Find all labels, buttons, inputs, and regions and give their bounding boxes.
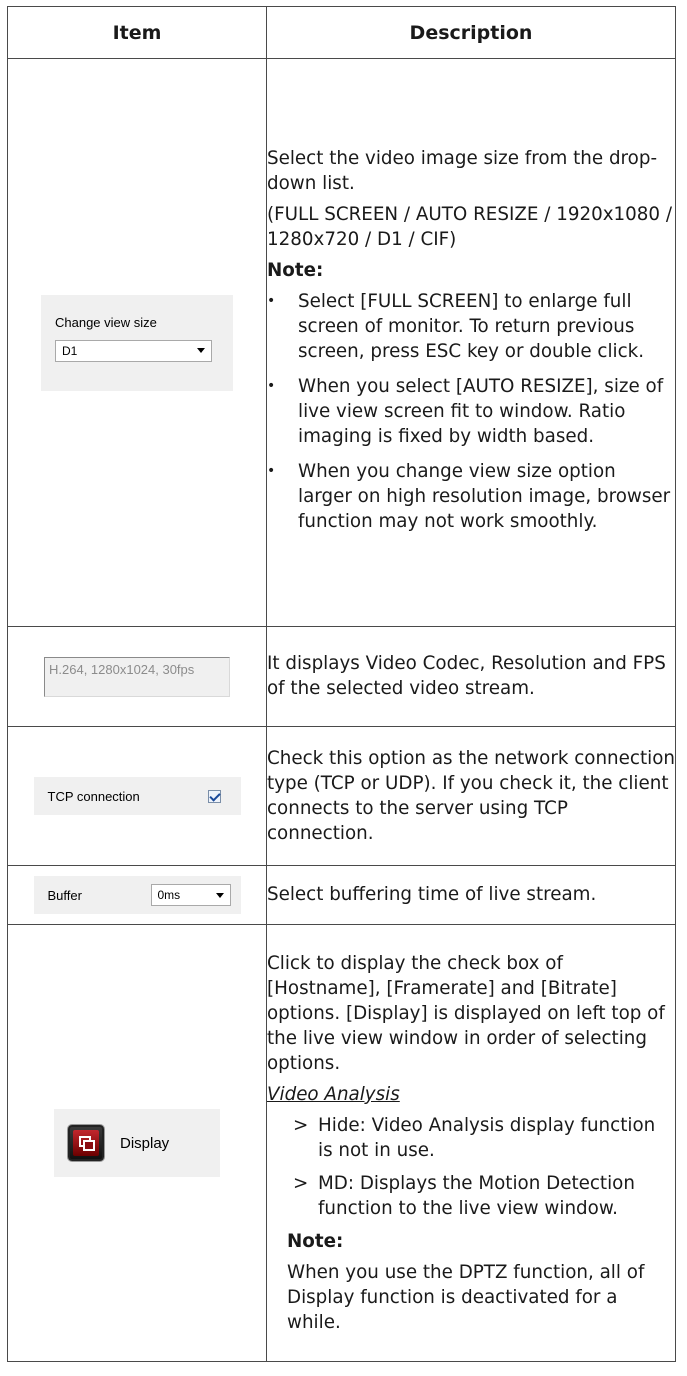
video-analysis-list: > Hide: Video Analysis display function i… <box>267 1113 675 1221</box>
list-item: • When you select [AUTO RESIZE], size of … <box>267 374 675 449</box>
arrow-icon: > <box>293 1115 309 1136</box>
list-item: > Hide: Video Analysis display function i… <box>287 1113 675 1163</box>
view-size-panel: Change view size D1 <box>41 294 233 391</box>
view-size-options: (FULL SCREEN / AUTO RESIZE / 1920x1080 /… <box>267 204 673 250</box>
display-panel: Display <box>54 1109 220 1177</box>
tcp-label: TCP connection <box>47 788 140 804</box>
display-button[interactable] <box>68 1125 104 1161</box>
list-item-text: When you select [AUTO RESIZE], size of l… <box>298 376 664 447</box>
list-item: • Select [FULL SCREEN] to enlarge full sc… <box>267 289 675 364</box>
view-size-label: Change view size <box>55 314 157 330</box>
buffer-value: 0ms <box>157 888 181 902</box>
bullet-icon: • <box>267 463 276 479</box>
note-label: Note: <box>267 260 324 281</box>
table-row: TCP connection Check this option as the … <box>7 726 676 866</box>
list-item-text: When you change view size option larger … <box>298 461 671 532</box>
header-row: Item Description <box>7 6 676 59</box>
bullet-icon: • <box>267 293 276 309</box>
bullet-icon: • <box>267 378 276 394</box>
arrow-icon: > <box>293 1173 309 1194</box>
chevron-down-icon <box>215 892 224 898</box>
buffer-select[interactable]: 0ms <box>150 884 231 906</box>
item-cell: Buffer 0ms <box>7 865 267 925</box>
buffer-panel: Buffer 0ms <box>33 876 241 914</box>
tcp-checkbox[interactable] <box>207 789 221 803</box>
list-item-text: MD: Displays the Motion Detection functi… <box>318 1173 635 1219</box>
item-header: Item <box>7 6 267 59</box>
list-item-text: Select [FULL SCREEN] to enlarge full scr… <box>298 291 645 362</box>
item-cell: Display <box>7 924 267 1362</box>
display-note: When you use the DPTZ function, all of D… <box>287 1262 645 1333</box>
description-cell: It displays Video Codec, Resolution and … <box>266 626 676 727</box>
chevron-down-icon <box>197 348 205 353</box>
table-row: Display Click to display the check box o… <box>7 924 676 1362</box>
tcp-panel: TCP connection <box>33 777 241 815</box>
table-row: H.264, 1280x1024, 30fps It displays Vide… <box>7 626 676 727</box>
display-text: Click to display the check box of [Hostn… <box>267 953 665 1074</box>
list-item: • When you change view size option larger… <box>267 459 675 534</box>
settings-table: Item Description Change view size D1 Sel… <box>7 6 676 1362</box>
view-size-select[interactable]: D1 <box>55 339 212 362</box>
buffer-text: Select buffering time of live stream. <box>267 884 597 905</box>
note-label: Note: <box>287 1231 344 1252</box>
view-size-text: Select the video image size from the dro… <box>267 148 658 194</box>
view-size-value: D1 <box>62 343 78 358</box>
note-list: • Select [FULL SCREEN] to enlarge full sc… <box>267 289 675 534</box>
description-cell: Select buffering time of live stream. <box>266 865 676 925</box>
table-row: Change view size D1 Select the video ima… <box>7 58 676 627</box>
item-cell: H.264, 1280x1024, 30fps <box>7 626 267 727</box>
description-header: Description <box>266 6 676 59</box>
item-cell: Change view size D1 <box>7 58 267 627</box>
buffer-label: Buffer <box>47 887 82 903</box>
description-cell: Click to display the check box of [Hostn… <box>266 924 676 1362</box>
table-row: Buffer 0ms Select buffering time of live… <box>7 865 676 925</box>
list-item: > MD: Displays the Motion Detection funct… <box>287 1171 675 1221</box>
codec-text: It displays Video Codec, Resolution and … <box>267 653 666 699</box>
description-cell: Check this option as the network connect… <box>266 726 676 866</box>
item-cell: TCP connection <box>7 726 267 866</box>
video-analysis-heading: Video Analysis <box>267 1084 400 1105</box>
list-item-text: Hide: Video Analysis display function is… <box>318 1115 656 1161</box>
codec-info-field: H.264, 1280x1024, 30fps <box>44 656 230 697</box>
tcp-text: Check this option as the network connect… <box>267 747 675 844</box>
display-icon <box>73 1130 99 1156</box>
display-label: Display <box>120 1134 170 1152</box>
description-cell: Select the video image size from the dro… <box>266 58 676 627</box>
